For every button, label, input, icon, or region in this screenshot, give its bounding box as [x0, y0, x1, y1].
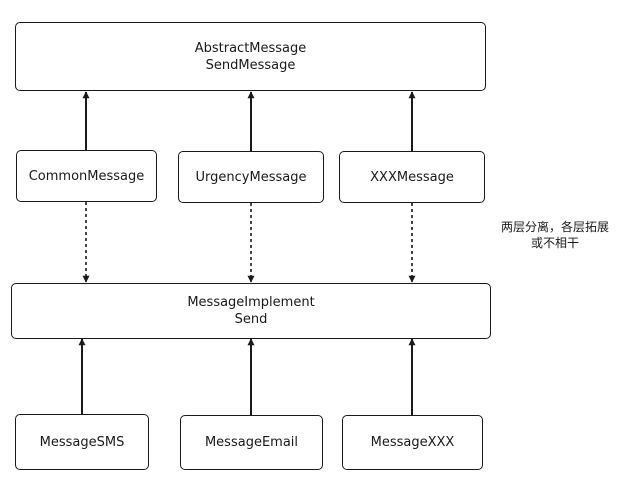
bridge-pattern-diagram: AbstractMessage SendMessage CommonMessag… — [0, 0, 633, 484]
message-sms-box: MessageSMS — [15, 414, 149, 470]
send-message-label: SendMessage — [205, 57, 296, 73]
annotation-note: 两层分离，各层拓展 或不相干 — [492, 219, 618, 251]
xxx-message-box: XXXMessage — [339, 151, 485, 203]
message-email-label: MessageEmail — [204, 435, 299, 450]
message-implement-box: MessageImplement Send — [11, 283, 491, 339]
abstract-message-label: AbstractMessage — [194, 40, 307, 56]
urgency-message-label: UrgencyMessage — [195, 169, 307, 185]
common-message-label: CommonMessage — [28, 168, 145, 184]
xxx-message-label: XXXMessage — [370, 169, 454, 185]
message-implement-label: MessageImplement — [187, 295, 315, 310]
annotation-line-1: 两层分离，各层拓展 — [500, 220, 609, 234]
message-xxx-label: MessageXXX — [370, 435, 455, 450]
message-email-box: MessageEmail — [180, 415, 323, 470]
message-sms-label: MessageSMS — [39, 434, 125, 450]
send-label: Send — [234, 312, 268, 327]
common-message-box: CommonMessage — [16, 150, 157, 202]
annotation-line-2: 或不相干 — [530, 236, 579, 250]
urgency-message-box: UrgencyMessage — [178, 151, 324, 203]
message-xxx-box: MessageXXX — [342, 415, 483, 470]
abstract-message-box: AbstractMessage SendMessage — [15, 22, 486, 91]
